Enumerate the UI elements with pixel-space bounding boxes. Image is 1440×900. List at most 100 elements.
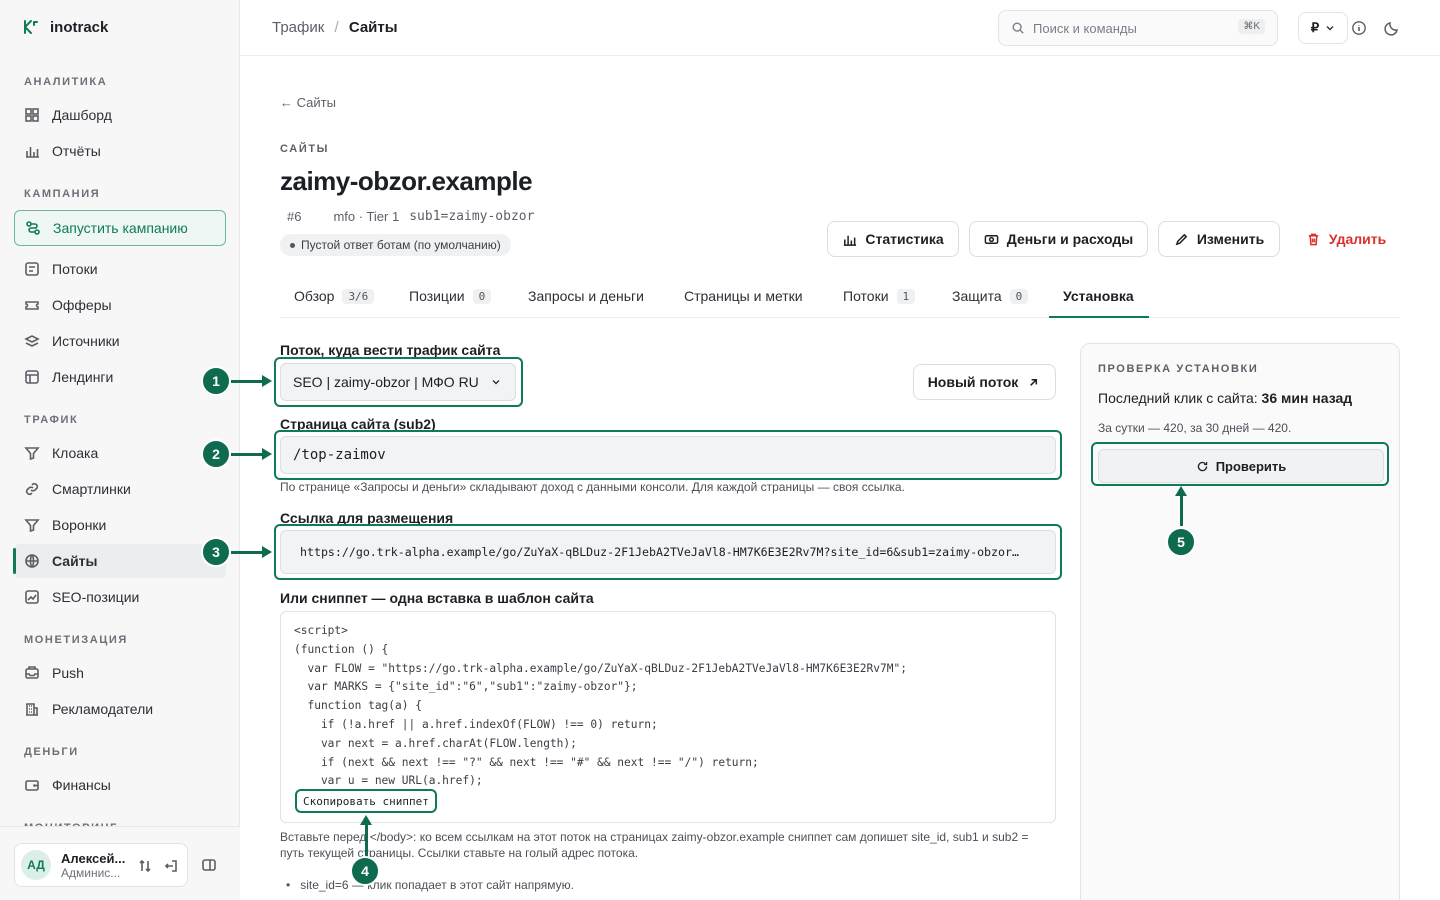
globe-icon (25, 554, 39, 568)
last-click-prefix: Последний клик с сайта: (1098, 390, 1258, 406)
arrow-3 (231, 546, 272, 558)
grid-icon (25, 108, 39, 122)
currency-select[interactable]: ₽ (1298, 12, 1348, 44)
wallet-icon (25, 780, 39, 791)
site-meta: #6 mfo · Tier 1 sub1=zaimy-obzor (287, 209, 534, 224)
site-id: #6 (287, 209, 302, 224)
sidebar-item-cloaka[interactable]: Клоака (14, 436, 226, 470)
section-money: ДЕНЬГИ (24, 746, 79, 758)
user-role: Админис... (61, 865, 121, 880)
copy-snippet-label: Скопировать сниппет (303, 794, 429, 808)
sidebar-item-sources[interactable]: Источники (14, 324, 226, 358)
new-stream-button[interactable]: Новый поток (913, 364, 1056, 400)
route-icon (26, 221, 40, 235)
ticket-icon (25, 301, 39, 310)
swap-icon[interactable] (137, 858, 153, 874)
highlight-page (274, 430, 1062, 480)
highlight-link (274, 524, 1062, 580)
arrow-up-right-icon (1030, 378, 1038, 386)
tab-positions[interactable]: Позиции 0 (409, 288, 492, 304)
launch-campaign-button[interactable]: Запустить кампанию (14, 210, 226, 246)
tab-label: Страницы и метки (684, 288, 803, 304)
sidebar-item-sites[interactable]: Сайты (13, 544, 226, 578)
tab-label: Установка (1063, 288, 1134, 304)
bullet-text: site_id=6 — клик попадает в этот сайт на… (300, 878, 574, 892)
highlight-stream (274, 357, 523, 407)
sidebar-item-label: Дашборд (52, 107, 112, 123)
app-name: inotrack (50, 18, 109, 36)
sidebar-item-reports[interactable]: Отчёты (14, 134, 226, 168)
sidebar-item-dashboard[interactable]: Дашборд (14, 98, 226, 132)
sidebar-item-seo[interactable]: SEO-позиции (14, 580, 226, 614)
back-link[interactable]: ← Сайты (280, 95, 336, 110)
tab-install[interactable]: Установка (1063, 288, 1134, 304)
snippet-code: <script> (function () { var FLOW = "http… (294, 624, 907, 788)
arrow-4 (360, 815, 372, 857)
site-sub1: sub1=zaimy-obzor (409, 209, 535, 224)
sidebar-item-label: Лендинги (52, 369, 114, 385)
breadcrumb-separator: / (334, 19, 339, 36)
sidebar-item-push[interactable]: Push (14, 656, 226, 690)
statistics-label: Статистика (865, 231, 944, 247)
sidebar-item-landings[interactable]: Лендинги (14, 360, 226, 394)
marker-3: 3 (201, 537, 231, 567)
sidebar-item-label: Источники (52, 333, 120, 349)
info-icon[interactable] (1351, 20, 1367, 36)
arrow-1 (231, 375, 272, 387)
marker-1: 1 (201, 366, 231, 396)
bots-badge: Пустой ответ ботам (по умолчанию) (280, 234, 511, 256)
tab-protection[interactable]: Защита 0 (952, 288, 1029, 304)
snippet-hint: Вставьте перед </body>: ко всем ссылкам … (280, 830, 1029, 860)
snippet-label: Или сниппет — одна вставка в шаблон сайт… (280, 590, 594, 606)
tab-label: Запросы и деньги (528, 288, 644, 304)
search-input[interactable]: Поиск и команды ⌘K (998, 10, 1278, 46)
sidebar-item-streams[interactable]: Потоки (14, 252, 226, 286)
tab-streams[interactable]: Потоки 1 (843, 288, 916, 304)
edit-button[interactable]: Изменить (1158, 221, 1280, 257)
sidebar-item-label: Смартлинки (52, 481, 131, 497)
tab-queries-money[interactable]: Запросы и деньги (528, 288, 644, 304)
tab-count: 0 (1009, 288, 1029, 304)
sidebar-item-label: Воронки (52, 517, 107, 533)
bullet-dot: • (286, 878, 291, 892)
user-name: Алексей... (61, 850, 126, 866)
sidebar-item-label: Push (52, 665, 84, 681)
bar-chart-icon (26, 147, 39, 158)
money-expenses-button[interactable]: Деньги и расходы (969, 221, 1148, 257)
statistics-button[interactable]: Статистика (827, 221, 959, 257)
logout-icon[interactable] (163, 858, 179, 874)
section-campaigns: КАМПАНИЯ (24, 188, 101, 200)
copy-snippet-button[interactable]: Скопировать сниппет (295, 789, 437, 813)
funnel-icon (24, 519, 40, 533)
delete-button[interactable]: Удалить (1292, 221, 1400, 257)
edit-label: Изменить (1196, 231, 1265, 247)
delete-label: Удалить (1328, 231, 1387, 247)
sidebar-toggle-icon[interactable] (201, 857, 217, 873)
new-stream-label: Новый поток (927, 374, 1019, 390)
active-tab-indicator (1049, 316, 1149, 318)
section-traffic: ТРАФИК (24, 414, 79, 426)
trend-icon (25, 590, 39, 604)
sidebar-item-label: Офферы (52, 297, 112, 313)
topbar: Трафик / Сайты Поиск и команды ⌘K ₽ (240, 0, 1440, 56)
sidebar-item-finance[interactable]: Финансы (14, 768, 226, 802)
section-monetization: МОНЕТИЗАЦИЯ (24, 634, 128, 646)
sidebar-item-label: Финансы (52, 777, 111, 793)
sidebar-item-funnels[interactable]: Воронки (14, 508, 226, 542)
tab-overview[interactable]: Обзор 3/6 (294, 288, 375, 304)
tab-pages-marks[interactable]: Страницы и метки (684, 288, 803, 304)
currency-value: ₽ (1310, 20, 1320, 35)
trash-icon (1308, 233, 1318, 245)
sidebar-item-offers[interactable]: Офферы (14, 288, 226, 322)
sidebar-item-label: Клоака (52, 445, 99, 461)
logo-icon (24, 20, 38, 34)
check-eyebrow: ПРОВЕРКА УСТАНОВКИ (1098, 363, 1259, 375)
sidebar-item-advertisers[interactable]: Рекламодатели (14, 692, 226, 726)
tab-label: Позиции (409, 288, 465, 304)
moon-icon[interactable] (1383, 19, 1401, 37)
click-counts: За сутки — 420, за 30 дней — 420. (1098, 421, 1292, 435)
app-logo[interactable]: inotrack (22, 18, 108, 36)
sidebar-item-smartlinks[interactable]: Смартлинки (14, 472, 226, 506)
user-menu[interactable]: АД Алексей... Админис... (14, 843, 188, 887)
breadcrumb-parent[interactable]: Трафик (272, 19, 324, 36)
